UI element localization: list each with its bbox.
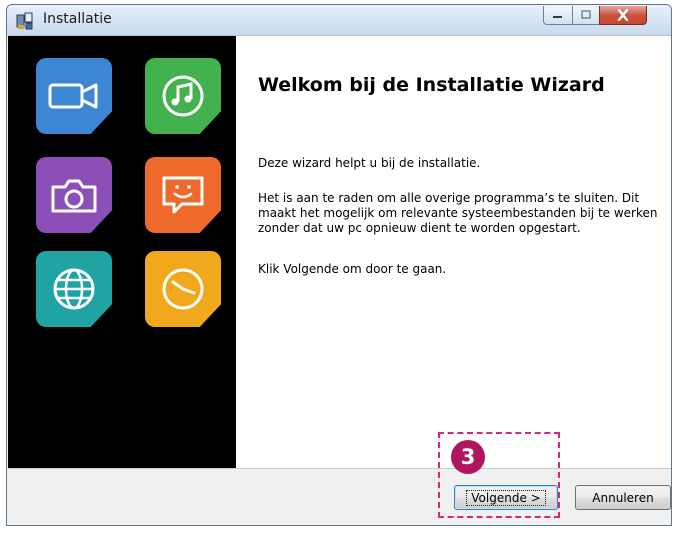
photo-camera-icon [51, 179, 97, 213]
chat-smiley-icon [162, 176, 204, 214]
maximize-button[interactable] [572, 6, 600, 25]
tile-video [36, 58, 112, 134]
wizard-content: Welkom bij de Installatie Wizard Deze wi… [236, 36, 671, 468]
music-note-icon [162, 75, 204, 117]
tile-globe [36, 251, 112, 327]
tile-clock [145, 251, 221, 327]
cancel-button-label: Annuleren [592, 490, 654, 505]
intro-text: Deze wizard helpt u bij de installatie. [258, 156, 481, 170]
close-icon [617, 9, 629, 21]
sidebar-banner [8, 36, 236, 468]
maximize-icon [581, 10, 591, 19]
tile-music [145, 58, 221, 134]
installer-window: Installatie Welkom bij de Installatie Wi… [6, 4, 672, 526]
instruction-text: Klik Volgende om door te gaan. [258, 262, 447, 276]
cancel-button[interactable]: Annuleren [575, 485, 671, 510]
button-bar [8, 469, 671, 525]
globe-icon [53, 268, 95, 310]
clock-icon [162, 268, 204, 310]
installer-app-icon [16, 12, 33, 30]
minimize-icon [553, 16, 562, 18]
tile-photo [36, 157, 112, 233]
title-bar[interactable]: Installatie [7, 5, 671, 36]
step-number-badge: 3 [451, 440, 485, 474]
video-camera-icon [48, 83, 98, 109]
minimize-button[interactable] [543, 6, 573, 25]
window-title: Installatie [43, 11, 112, 27]
page-title: Welkom bij de Installatie Wizard [258, 74, 605, 96]
close-button[interactable] [599, 6, 647, 25]
advice-text: Het is aan te raden om alle overige prog… [258, 191, 658, 235]
tile-chat [145, 157, 221, 233]
